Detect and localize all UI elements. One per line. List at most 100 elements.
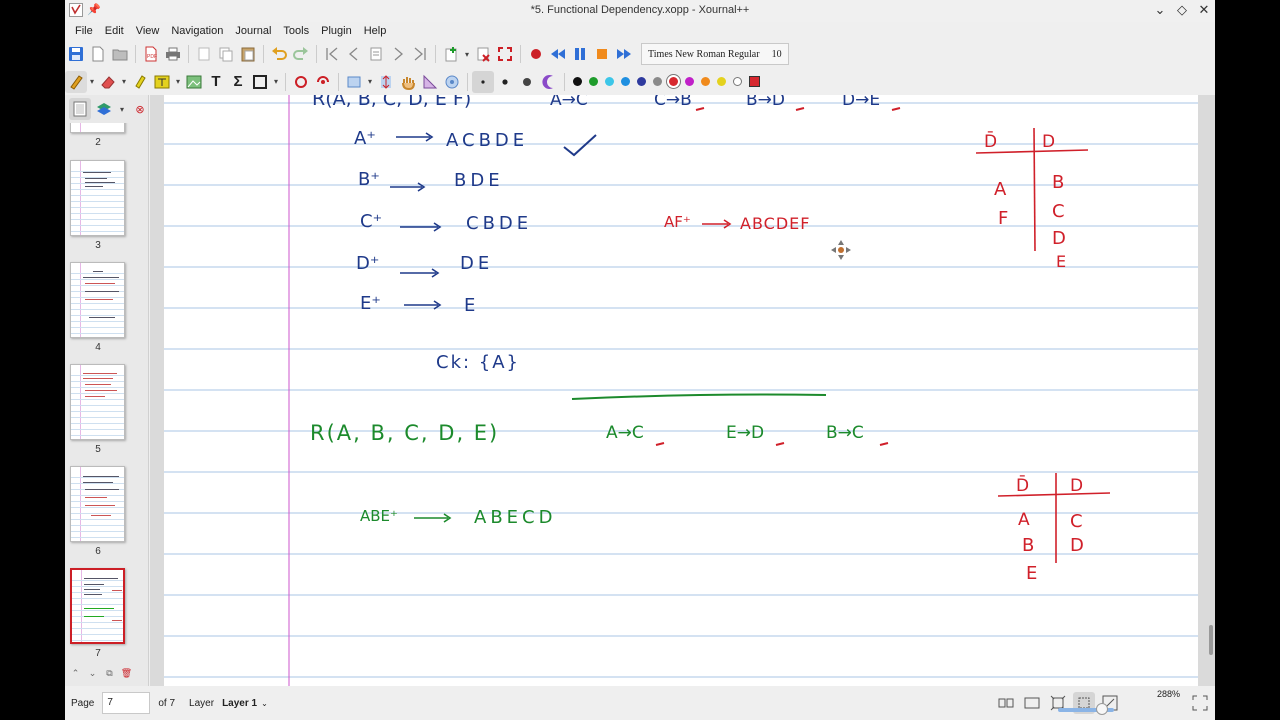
new-document-icon[interactable] (87, 43, 109, 65)
menu-tools[interactable]: Tools (277, 25, 315, 37)
undo-icon[interactable] (268, 43, 290, 65)
canvas-area[interactable]: R(A, B, C, D, E F) A→C C→B B→D D→E A⁺ AC… (150, 95, 1215, 686)
previous-page-icon[interactable] (343, 43, 365, 65)
custom-color-icon[interactable] (749, 76, 760, 87)
insert-page-icon[interactable] (440, 43, 462, 65)
color-swatch-1[interactable] (588, 77, 598, 86)
color-swatch-3[interactable] (620, 77, 630, 86)
highlighter-icon[interactable] (129, 71, 151, 93)
shape-tool-icon[interactable] (249, 71, 271, 93)
next-page-icon[interactable] (387, 43, 409, 65)
pause-icon[interactable] (569, 43, 591, 65)
page-thumbnail-3[interactable] (70, 160, 125, 236)
stop-icon[interactable] (591, 43, 613, 65)
goto-page-icon[interactable] (365, 43, 387, 65)
menu-edit[interactable]: Edit (99, 25, 130, 37)
insert-text-icon[interactable]: T (205, 71, 227, 93)
menu-help[interactable]: Help (358, 25, 393, 37)
setsquare-icon[interactable] (419, 71, 441, 93)
open-folder-icon[interactable] (109, 43, 131, 65)
latex-icon[interactable]: Σ (227, 71, 249, 93)
select-dropdown-icon[interactable]: ▾ (365, 77, 375, 86)
hand-icon[interactable] (397, 71, 419, 93)
sidebar-dropdown-icon[interactable]: ▾ (117, 105, 127, 114)
layers-tab-icon[interactable] (93, 98, 115, 120)
delete-page-trash-icon[interactable]: 🗑 (119, 666, 134, 681)
text-tool-dropdown-icon[interactable]: ▾ (173, 77, 183, 86)
last-page-icon[interactable] (409, 43, 431, 65)
menu-journal[interactable]: Journal (229, 25, 277, 37)
export-pdf-icon[interactable]: PDF (140, 43, 162, 65)
move-page-up-icon[interactable]: ⌃ (68, 666, 83, 681)
color-swatch-2[interactable] (604, 77, 614, 86)
pen-dropdown-icon[interactable]: ▾ (87, 77, 97, 86)
color-swatch-7[interactable] (684, 77, 694, 86)
cut-icon[interactable] (193, 43, 215, 65)
vertical-space-icon[interactable] (375, 71, 397, 93)
vertical-scrollbar[interactable] (1209, 625, 1213, 655)
paste-icon[interactable] (237, 43, 259, 65)
copy-page-icon[interactable]: ⧉ (102, 666, 117, 681)
color-swatch-0[interactable] (572, 77, 582, 86)
compass-icon[interactable] (441, 71, 463, 93)
medium-pen-size-icon[interactable] (494, 71, 516, 93)
delete-page-icon[interactable] (472, 43, 494, 65)
pen-icon[interactable] (65, 70, 87, 93)
color-swatch-9[interactable] (716, 77, 726, 86)
layer-selector[interactable]: Layer 1 (222, 698, 257, 709)
redo-icon[interactable] (290, 43, 312, 65)
minimize-icon[interactable]: ⌄ (1153, 2, 1167, 18)
closure-result-b: BDE (454, 170, 504, 191)
move-page-down-icon[interactable]: ⌄ (85, 666, 100, 681)
print-icon[interactable] (162, 43, 184, 65)
menu-file[interactable]: File (69, 25, 99, 37)
color-swatch-8[interactable] (700, 77, 710, 86)
page-preview-tab-icon[interactable] (69, 98, 91, 120)
menu-view[interactable]: View (130, 25, 166, 37)
page-number-input[interactable]: 7 (102, 692, 151, 714)
table2-header-right: D (1070, 476, 1083, 496)
dual-page-icon[interactable] (995, 692, 1017, 714)
presentation-mode-icon[interactable] (1021, 692, 1043, 714)
copy-icon[interactable] (215, 43, 237, 65)
font-selector[interactable]: Times New Roman Regular 10 (641, 43, 789, 65)
save-icon[interactable] (65, 43, 87, 65)
fullscreen-icon[interactable] (494, 43, 516, 65)
maximize-icon[interactable]: ◇ (1175, 2, 1189, 18)
select-object-icon[interactable] (312, 71, 334, 93)
shape-dropdown-icon[interactable]: ▾ (271, 77, 281, 86)
eraser-dropdown-icon[interactable]: ▾ (119, 77, 129, 86)
zoom-slider-handle[interactable] (1096, 703, 1108, 715)
first-page-icon[interactable] (321, 43, 343, 65)
page-thumbnail-2[interactable] (70, 123, 125, 133)
fine-pen-size-icon[interactable] (472, 70, 494, 93)
menu-navigation[interactable]: Navigation (165, 25, 229, 37)
layer-dropdown-icon[interactable]: ⌄ (261, 699, 268, 708)
sidebar-close-icon[interactable]: ⊗ (129, 98, 151, 120)
table1-right-2: D (1052, 228, 1066, 249)
fill-icon[interactable] (538, 71, 560, 93)
color-swatch-10[interactable] (732, 77, 742, 86)
insert-page-dropdown-icon[interactable]: ▾ (462, 50, 472, 59)
select-region-icon[interactable] (290, 71, 312, 93)
record-icon[interactable] (525, 43, 547, 65)
color-swatch-4[interactable] (636, 77, 646, 86)
fullscreen-toggle-icon[interactable] (1189, 692, 1211, 714)
menu-plugin[interactable]: Plugin (315, 25, 358, 37)
select-rectangle-icon[interactable] (343, 71, 365, 93)
image-tool-icon[interactable] (183, 71, 205, 93)
text-tool-icon[interactable] (151, 71, 173, 93)
page-thumbnail-4[interactable] (70, 262, 125, 338)
close-icon[interactable]: ✕ (1197, 2, 1211, 18)
page-thumbnail-7[interactable] (70, 568, 125, 644)
color-swatch-6[interactable] (668, 77, 678, 86)
color-swatch-5[interactable] (652, 77, 662, 86)
thick-pen-size-icon[interactable] (516, 71, 538, 93)
eraser-icon[interactable] (97, 71, 119, 93)
closure-attr-d: D⁺ (356, 253, 379, 274)
fast-forward-icon[interactable] (613, 43, 635, 65)
document-page[interactable]: R(A, B, C, D, E F) A→C C→B B→D D→E A⁺ AC… (164, 95, 1198, 686)
page-thumbnail-5[interactable] (70, 364, 125, 440)
page-thumbnail-6[interactable] (70, 466, 125, 542)
rewind-icon[interactable] (547, 43, 569, 65)
